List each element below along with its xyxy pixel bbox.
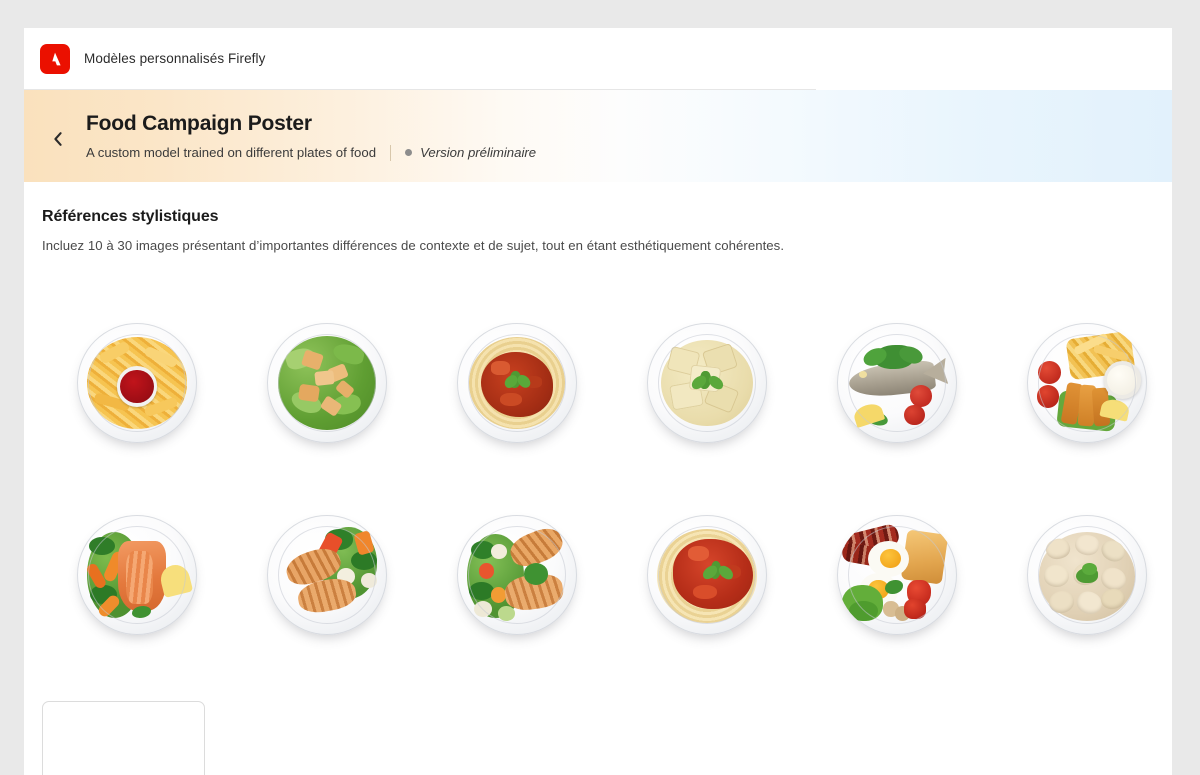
status-badge: Version préliminaire xyxy=(420,145,537,161)
reference-image-4[interactable] xyxy=(612,287,802,479)
food-art xyxy=(1027,515,1147,635)
main-content: Références stylistiques Incluez 10 à 30 … xyxy=(24,182,1172,775)
food-art xyxy=(457,323,577,443)
banner-text-block: Food Campaign Poster A custom model trai… xyxy=(86,111,537,161)
reference-image-3[interactable] xyxy=(422,287,612,479)
status-dot-icon xyxy=(405,149,413,157)
food-art xyxy=(647,515,767,635)
reference-image-10[interactable] xyxy=(612,479,802,671)
reference-image-5[interactable] xyxy=(802,287,992,479)
section-description: Incluez 10 à 30 images présentant d’impo… xyxy=(42,238,785,253)
model-title: Food Campaign Poster xyxy=(86,112,312,136)
reference-image-9[interactable] xyxy=(422,479,612,671)
food-art xyxy=(837,323,957,443)
reference-image-1[interactable] xyxy=(42,287,232,479)
back-button[interactable] xyxy=(40,122,74,156)
food-art xyxy=(457,515,577,635)
model-banner: Food Campaign Poster A custom model trai… xyxy=(24,90,1172,182)
food-art xyxy=(647,323,767,443)
reference-image-8[interactable] xyxy=(232,479,422,671)
meta-divider xyxy=(390,144,392,161)
reference-image-2[interactable] xyxy=(232,287,422,479)
food-art xyxy=(77,323,197,443)
app-header: Modèles personnalisés Firefly xyxy=(24,28,816,90)
reference-image-12[interactable] xyxy=(992,479,1172,671)
food-art xyxy=(77,515,197,635)
reference-image-6[interactable] xyxy=(992,287,1172,479)
food-art xyxy=(837,515,957,635)
adobe-logo-icon[interactable] xyxy=(40,43,70,74)
app-window: Modèles personnalisés Firefly Food Campa… xyxy=(24,28,1172,775)
model-description: A custom model trained on different plat… xyxy=(86,145,377,161)
page-title: Références stylistiques xyxy=(42,208,219,225)
food-art xyxy=(267,515,387,635)
reference-image-grid xyxy=(42,287,1172,671)
reference-image-7[interactable] xyxy=(42,479,232,671)
add-image-row xyxy=(42,701,1172,775)
banner-meta-row: A custom model trained on different plat… xyxy=(86,144,537,161)
food-art xyxy=(1027,323,1147,443)
reference-image-11[interactable] xyxy=(802,479,992,671)
chevron-left-icon xyxy=(53,132,62,146)
food-art xyxy=(267,323,387,443)
app-title: Modèles personnalisés Firefly xyxy=(84,51,266,66)
add-image-button[interactable] xyxy=(42,701,205,775)
